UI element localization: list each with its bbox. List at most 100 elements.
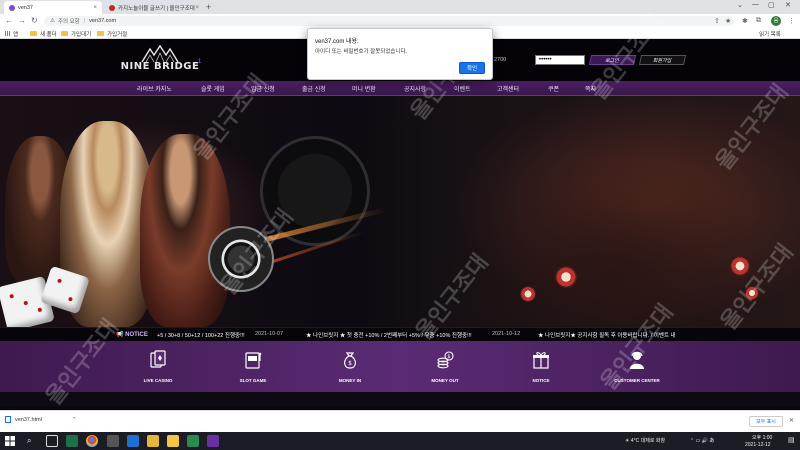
quick-live-casino[interactable]: LIVE CASINO <box>128 349 188 383</box>
nav-deposit[interactable]: 입금 신청 <box>251 84 275 93</box>
edge-icon[interactable] <box>127 435 139 447</box>
tab-close-icon[interactable]: × <box>195 5 199 11</box>
app-icon[interactable] <box>187 435 199 447</box>
weather-widget[interactable]: ☀ 4°C 대체로 화창 <box>625 437 665 444</box>
reload-icon[interactable]: ↻ <box>31 16 38 25</box>
extension-icon[interactable]: ✱ <box>742 17 748 25</box>
profile-avatar[interactable]: 뭄 <box>771 16 781 26</box>
download-item[interactable]: ven37.html ⌃ <box>5 416 77 423</box>
notification-icon[interactable]: ▤ <box>788 436 795 444</box>
file-explorer-icon[interactable] <box>147 435 159 447</box>
tab-ven37[interactable]: ven37 × <box>4 1 102 14</box>
share-icon[interactable]: ⇪ <box>714 17 720 25</box>
support-agent-icon <box>630 351 644 369</box>
weather-icon: ☀ <box>625 438 630 444</box>
nav-slot-game[interactable]: 슬롯 게임 <box>201 84 225 93</box>
login-button[interactable]: 로그인 <box>588 55 637 65</box>
svg-text:$: $ <box>447 354 450 360</box>
bookmark-apps[interactable]: 앱 <box>5 29 18 38</box>
task-view-icon[interactable] <box>46 435 58 447</box>
address-separator: | <box>83 18 86 24</box>
folder-icon <box>61 31 68 36</box>
notice-ticker: 📢 NOTICE +5 / 30+8 / 50+12 / 100+22 진행중!… <box>0 327 800 341</box>
notice-item[interactable]: +5 / 30+8 / 50+12 / 100+22 진행중!!! <box>157 331 245 339</box>
windows-start-icon[interactable] <box>5 436 15 446</box>
dialog-ok-button[interactable]: 확인 <box>459 62 485 74</box>
puzzle-icon[interactable]: ⧉ <box>756 17 761 25</box>
main-banner <box>0 96 800 327</box>
download-close-icon[interactable]: ✕ <box>789 417 794 424</box>
nav-message[interactable]: 쪽지 <box>585 84 596 93</box>
chip-stack-image <box>555 266 577 288</box>
back-icon[interactable]: ← <box>5 16 13 25</box>
quick-notice[interactable]: NOTICE <box>511 349 571 383</box>
apps-grid-icon <box>5 31 10 36</box>
quick-slot-game[interactable]: SLOT GAME <box>223 349 283 383</box>
tab-allin[interactable]: 카지노놀이블 글쓰기 | 올인구조대 × <box>104 1 204 14</box>
logo-badge: 1 <box>198 59 202 65</box>
hostess-right-image <box>140 134 230 327</box>
file-icon <box>5 416 11 423</box>
megaphone-icon: 📢 <box>116 332 124 338</box>
download-filename: ven37.html <box>15 416 42 423</box>
close-window-button[interactable]: ✕ <box>785 1 791 9</box>
search-icon[interactable]: ⌕ <box>27 436 31 446</box>
nav-money-convert[interactable]: 머니 변환 <box>352 84 376 93</box>
join-button[interactable]: 회원가입 <box>638 55 687 65</box>
site-nav: 라이브 카지노 슬롯 게임 입금 신청 출금 신청 머니 변환 공지사항 이벤트… <box>0 81 800 96</box>
nav-coupon[interactable]: 쿠폰 <box>548 84 559 93</box>
bookmark-folder-rejected[interactable]: 가입거절 <box>97 29 127 38</box>
notice-item[interactable]: ★ 나인브릿지 ★ 첫 충전 +10% / 2번째부터 +5% / 무충 +10… <box>306 331 472 339</box>
password-field[interactable]: •••••• <box>535 55 585 65</box>
maximize-button[interactable]: ▢ <box>768 1 775 9</box>
site-favicon-icon <box>9 4 15 11</box>
forward-icon[interactable]: → <box>18 16 26 25</box>
quick-money-in[interactable]: $ MONEY IN <box>320 349 380 383</box>
tab-close-icon[interactable]: × <box>93 5 97 11</box>
bookmark-label: 새 폴더 <box>40 31 57 38</box>
tab-title: 카지노놀이블 글쓰기 | 올인구조대 <box>118 5 195 12</box>
sticky-notes-icon[interactable] <box>167 435 179 447</box>
quick-menu: LIVE CASINO SLOT GAME $ MONEY IN $ MONEY… <box>0 341 800 392</box>
bookmark-folder-pending[interactable]: 가입대기 <box>61 29 91 38</box>
quick-money-out[interactable]: $ MONEY OUT <box>415 349 475 383</box>
bookmark-label: 가입대기 <box>71 31 92 38</box>
download-menu-icon[interactable]: ⌃ <box>72 417 77 423</box>
bookmark-label: 앱 <box>13 31 19 38</box>
tab-search-icon[interactable]: ⌄ <box>737 1 743 9</box>
nav-notice[interactable]: 공지사항 <box>404 84 426 93</box>
chrome-icon[interactable] <box>86 435 98 447</box>
card-table-image <box>450 156 780 326</box>
nav-live-casino[interactable]: 라이브 카지노 <box>137 84 172 93</box>
app-icon[interactable] <box>107 435 119 447</box>
nav-customer-center[interactable]: 고객센터 <box>497 84 519 93</box>
reading-list[interactable]: 읽기 목록 <box>759 29 781 38</box>
site-logo[interactable]: NINE BRIDGE 1 <box>118 45 202 77</box>
notice-item[interactable]: ★ 나인브릿지★ 공지사항 필독 후 이용바랍니다. / 이벤트 내 <box>538 331 676 339</box>
svg-text:$: $ <box>348 360 352 367</box>
notice-label: 📢 NOTICE <box>116 331 148 338</box>
address-input[interactable]: ⚠ 주의 요함 | ven37.com <box>44 16 734 26</box>
clock-date[interactable]: 2021-12-12 <box>745 442 771 448</box>
chip-stack-image <box>730 256 750 276</box>
excel-icon[interactable] <box>66 435 78 447</box>
dialog-message: 아이디 또는 비밀번호가 잘못되었습니다. <box>315 49 408 55</box>
playing-cards-icon <box>150 350 166 368</box>
show-all-button[interactable]: 모두 표시 <box>749 416 783 427</box>
quick-customer-center[interactable]: CUSTOMER CENTER <box>607 349 667 383</box>
tray-icons[interactable]: ⌃ ▭ 🔊 あ <box>690 437 714 444</box>
minimize-button[interactable]: — <box>752 1 759 8</box>
nav-withdraw[interactable]: 출금 신청 <box>302 84 326 93</box>
address-url: ven37.com <box>89 18 117 24</box>
nav-event[interactable]: 이벤트 <box>454 84 471 93</box>
bookmark-star-icon[interactable]: ★ <box>725 17 731 25</box>
weather-text: 4°C 대체로 화창 <box>630 438 666 444</box>
chip-stack-image <box>520 286 536 302</box>
windows-taskbar: ⌕ ☀ 4°C 대체로 화창 ⌃ ▭ 🔊 あ 오후 1:00 2021-12-1… <box>0 432 800 450</box>
menu-kebab-icon[interactable]: ⋮ <box>788 17 795 25</box>
bookmark-label: 가입거절 <box>107 31 128 38</box>
clock-time[interactable]: 오후 1:00 <box>752 434 772 441</box>
bookmark-folder-new[interactable]: 새 폴더 <box>30 29 57 38</box>
app-icon[interactable] <box>207 435 219 447</box>
new-tab-button[interactable]: + <box>206 2 211 12</box>
